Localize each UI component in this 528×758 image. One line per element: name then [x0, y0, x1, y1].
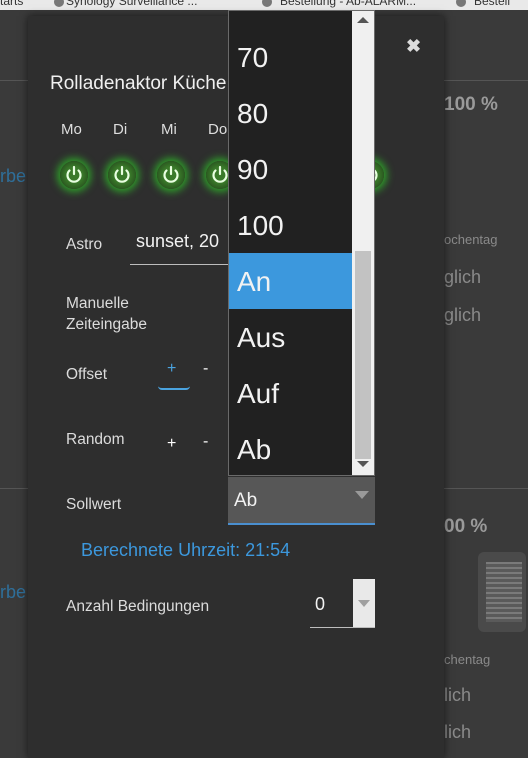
conditions-select[interactable]: 0: [310, 579, 375, 628]
browser-tab-4[interactable]: Bestell: [474, 0, 510, 8]
bg-side-text-1: rbe: [0, 166, 27, 186]
manual-time-label: Manuelle Zeiteingabe: [66, 295, 148, 333]
astro-underline: [130, 264, 230, 265]
dialog-title: Rolladenaktor Küche: [50, 73, 227, 94]
chevron-down-icon[interactable]: [353, 579, 375, 627]
tab-favicon-icon: [456, 0, 466, 7]
power-icon: [163, 165, 179, 183]
conditions-label: Anzahl Bedingungen: [66, 598, 210, 615]
sollwert-dropdown-list: 70 80 90 100 An Aus Auf Ab: [228, 10, 375, 476]
dropdown-option-ab[interactable]: Ab: [229, 421, 352, 475]
scroll-down-icon[interactable]: [357, 461, 369, 467]
dropdown-scrollbar[interactable]: [352, 11, 374, 475]
random-label: Random: [66, 431, 125, 448]
dropdown-option-80[interactable]: 80: [229, 85, 352, 141]
browser-tab-2[interactable]: Synology Surveillance ...: [66, 0, 197, 8]
power-toggle-mi[interactable]: [157, 161, 185, 189]
bg-taglich-4: lich: [444, 722, 472, 742]
tab-favicon-icon: [262, 0, 272, 7]
dropdown-option-70[interactable]: 70: [229, 29, 352, 85]
astro-input[interactable]: sunset, 20: [136, 231, 228, 252]
bg-percent-1: 100 %: [444, 94, 498, 115]
random-minus-button[interactable]: -: [203, 433, 208, 451]
tab-favicon-icon: [54, 0, 64, 7]
bg-taglich-1: glich: [444, 267, 482, 287]
dropdown-option-100[interactable]: 100: [229, 197, 352, 253]
bg-wochentag-2: chentag: [444, 652, 491, 667]
scrollbar-thumb[interactable]: [355, 251, 371, 459]
roller-blind-icon: [478, 552, 526, 632]
sollwert-label: Sollwert: [66, 496, 122, 513]
dropdown-option-an[interactable]: An: [229, 253, 352, 309]
dropdown-option-auf[interactable]: Auf: [229, 365, 352, 421]
offset-plus-button[interactable]: +: [167, 360, 176, 378]
bg-taglich-2: glich: [444, 305, 482, 325]
chevron-down-icon: [355, 491, 369, 499]
browser-tab-3[interactable]: Bestellung - Ab-ALARM...: [280, 0, 416, 8]
power-icon: [114, 165, 130, 183]
conditions-value: 0: [315, 594, 326, 614]
browser-tab-1[interactable]: tarts: [0, 0, 23, 8]
browser-tab-strip: tarts Synology Surveillance ... Bestellu…: [0, 0, 528, 10]
offset-plus-underline: [158, 386, 190, 390]
power-icon: [66, 165, 82, 183]
power-icon: [212, 165, 228, 183]
day-label-di: Di: [113, 121, 128, 138]
sollwert-select[interactable]: Ab: [228, 477, 375, 525]
random-plus-button[interactable]: +: [167, 435, 176, 453]
scroll-up-icon[interactable]: [357, 17, 369, 23]
day-label-mi: Mi: [161, 121, 177, 138]
bg-wochentag-1: ochentag: [444, 232, 498, 247]
bg-taglich-3: lich: [444, 685, 472, 705]
sollwert-value: Ab: [234, 490, 258, 511]
close-icon[interactable]: ✖: [406, 36, 421, 57]
offset-label: Offset: [66, 366, 108, 383]
dropdown-option-90[interactable]: 90: [229, 141, 352, 197]
power-toggle-di[interactable]: [108, 161, 136, 189]
offset-minus-button[interactable]: -: [203, 360, 208, 378]
bg-percent-2: 00 %: [444, 516, 488, 537]
bg-side-text-2: rbe: [0, 582, 27, 602]
day-label-do: Do: [208, 121, 228, 138]
day-label-mo: Mo: [61, 121, 82, 138]
calculated-time-text: Berechnete Uhrzeit: 21:54: [81, 540, 291, 560]
power-toggle-mo[interactable]: [60, 161, 88, 189]
astro-label: Astro: [66, 236, 103, 253]
dropdown-option-aus[interactable]: Aus: [229, 309, 352, 365]
